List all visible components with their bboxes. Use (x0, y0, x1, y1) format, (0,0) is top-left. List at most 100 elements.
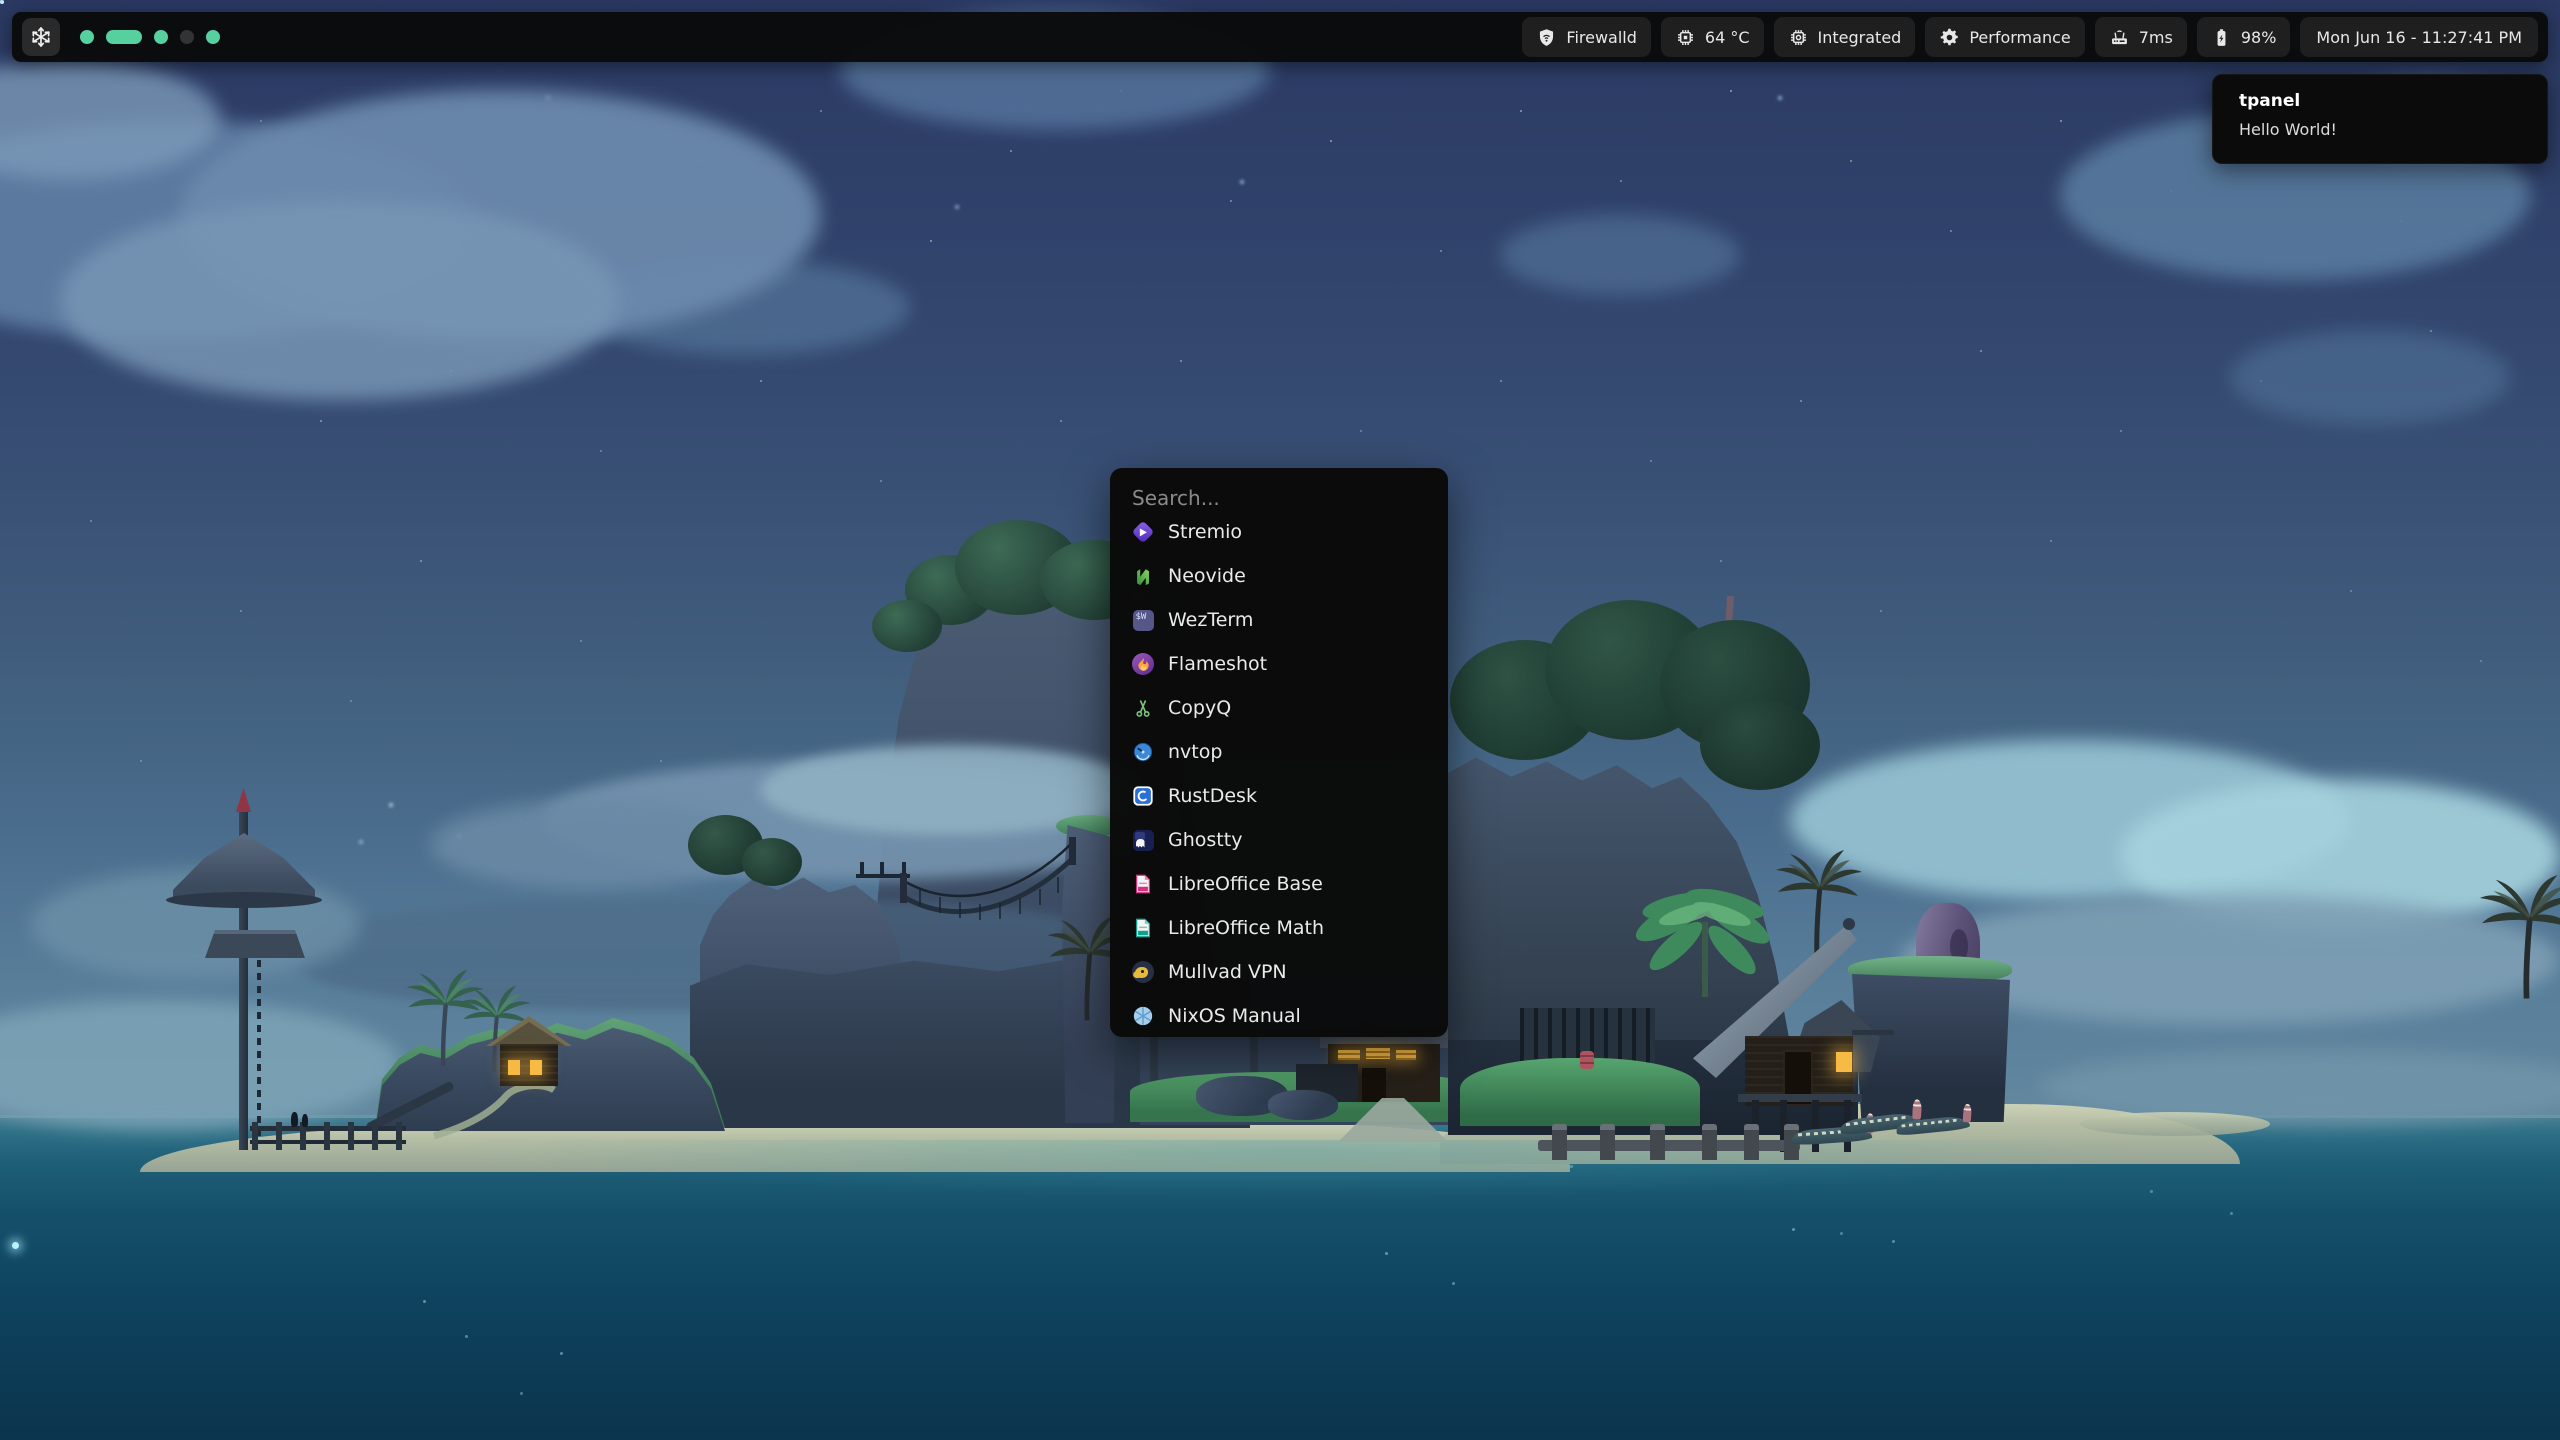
gpu-chip-icon (1788, 27, 1809, 48)
app-label: Mullvad VPN (1168, 961, 1287, 983)
app-row-wezterm[interactable]: $W WezTerm (1110, 598, 1448, 642)
snowflake-logo-icon (29, 25, 53, 49)
workspace-dot-1[interactable] (80, 30, 94, 44)
lit-window (1366, 1048, 1390, 1059)
breakwater-post (1600, 1124, 1615, 1160)
cloud (1500, 215, 1740, 295)
cpu-temp-label: 64 °C (1705, 28, 1750, 47)
libreoffice-math-icon (1131, 916, 1155, 940)
cloud (60, 200, 620, 400)
search-field-wrap (1110, 468, 1448, 510)
app-label: LibreOffice Math (1168, 917, 1324, 939)
notification-body: Hello World! (2239, 120, 2521, 139)
breakwater-beam (1538, 1140, 1800, 1151)
lit-window (1396, 1050, 1416, 1060)
app-menu-button[interactable] (22, 18, 60, 56)
nvtop-icon (1131, 740, 1155, 764)
watchtower-chain (257, 960, 261, 1136)
breakwater-post (1552, 1124, 1567, 1160)
watchtower-roof-brim (166, 892, 322, 908)
wallpaper-sand-spit (2080, 1112, 2270, 1136)
palm-tree (1765, 828, 1875, 968)
network-latency-widget[interactable]: 7ms (2095, 17, 2187, 57)
breakwater-post (1744, 1124, 1759, 1160)
bridge-railing-post (860, 862, 864, 878)
notification-title: tpanel (2239, 91, 2521, 111)
battery-label: 98% (2241, 28, 2277, 47)
dock-post (396, 1122, 402, 1150)
power-profile-label: Performance (1969, 28, 2070, 47)
tree (1700, 700, 1820, 790)
workspace-dot-5[interactable] (206, 30, 220, 44)
dock-post (276, 1122, 282, 1150)
app-label: WezTerm (1168, 609, 1253, 631)
ghostty-icon (1131, 828, 1155, 852)
app-label: nvtop (1168, 741, 1222, 763)
battery-widget[interactable]: 98% (2197, 17, 2291, 57)
workspace-dot-4[interactable] (180, 30, 194, 44)
status-widgets: Firewalld 64 °C (1522, 17, 2538, 57)
app-row-neovide[interactable]: Neovide (1110, 554, 1448, 598)
gpu-widget[interactable]: Integrated (1774, 17, 1916, 57)
notification-popup[interactable]: tpanel Hello World! (2212, 74, 2548, 164)
water-sparkles (0, 0, 3, 3)
lit-window (1338, 1050, 1360, 1060)
breakwater-post (1702, 1124, 1717, 1160)
app-row-nixos-manual[interactable]: NixOS Manual (1110, 994, 1448, 1037)
app-row-libreoffice-base[interactable]: LibreOffice Base (1110, 862, 1448, 906)
battery-icon (2211, 27, 2232, 48)
app-row-ghostty[interactable]: Ghostty (1110, 818, 1448, 862)
app-label: Flameshot (1168, 653, 1267, 675)
app-label: Neovide (1168, 565, 1246, 587)
boulder (1268, 1090, 1338, 1120)
clock-label: Mon Jun 16 - 11:27:41 PM (2316, 28, 2522, 47)
sitting-figure (302, 1114, 308, 1127)
app-label: NixOS Manual (1168, 1005, 1301, 1027)
shield-icon (1536, 27, 1557, 48)
tree (872, 600, 942, 652)
app-row-stremio[interactable]: Stremio (1110, 510, 1448, 554)
app-row-copyq[interactable]: CopyQ (1110, 686, 1448, 730)
dock-post (252, 1122, 258, 1150)
app-row-rustdesk[interactable]: RustDesk (1110, 774, 1448, 818)
sitting-figure (291, 1112, 298, 1127)
red-barrel (1580, 1051, 1594, 1069)
desktop: Firewalld 64 °C (0, 0, 2560, 1440)
firewall-widget[interactable]: Firewalld (1522, 17, 1651, 57)
cpu-temp-widget[interactable]: 64 °C (1661, 17, 1764, 57)
app-label: Stremio (1168, 521, 1242, 543)
search-input[interactable] (1132, 486, 1426, 510)
gear-icon (1939, 27, 1960, 48)
cloud (2230, 330, 2510, 425)
flameshot-icon (1131, 652, 1155, 676)
stilt-hut-finial (1843, 918, 1855, 930)
copyq-icon (1131, 696, 1155, 720)
cpu-temp-icon (1675, 27, 1696, 48)
lit-window (530, 1060, 542, 1075)
libreoffice-base-icon (1131, 872, 1155, 896)
app-label: LibreOffice Base (1168, 873, 1323, 895)
app-label: RustDesk (1168, 785, 1257, 807)
tree (742, 838, 802, 886)
app-row-libreoffice-math[interactable]: LibreOffice Math (1110, 906, 1448, 950)
lit-window (508, 1060, 520, 1075)
network-latency-label: 7ms (2139, 28, 2173, 47)
firewall-label: Firewalld (1566, 28, 1637, 47)
workspace-dot-2-focused[interactable] (106, 30, 142, 44)
app-row-nvtop[interactable]: nvtop (1110, 730, 1448, 774)
app-label: CopyQ (1168, 697, 1231, 719)
nixos-manual-icon (1131, 1004, 1155, 1028)
gpu-label: Integrated (1818, 28, 1902, 47)
workspace-dot-3[interactable] (154, 30, 168, 44)
app-row-flameshot[interactable]: Flameshot (1110, 642, 1448, 686)
glow-firefly (12, 1242, 19, 1249)
top-panel: Firewalld 64 °C (12, 12, 2548, 62)
watchtower-platform (205, 930, 305, 958)
app-launcher: Stremio Neovide $W WezTerm (1110, 468, 1448, 1037)
stremio-icon (1131, 520, 1155, 544)
power-profile-widget[interactable]: Performance (1925, 17, 2084, 57)
app-row-mullvad-vpn[interactable]: Mullvad VPN (1110, 950, 1448, 994)
neovide-icon (1131, 564, 1155, 588)
lit-window (1836, 1052, 1852, 1072)
clock-widget[interactable]: Mon Jun 16 - 11:27:41 PM (2300, 17, 2538, 57)
